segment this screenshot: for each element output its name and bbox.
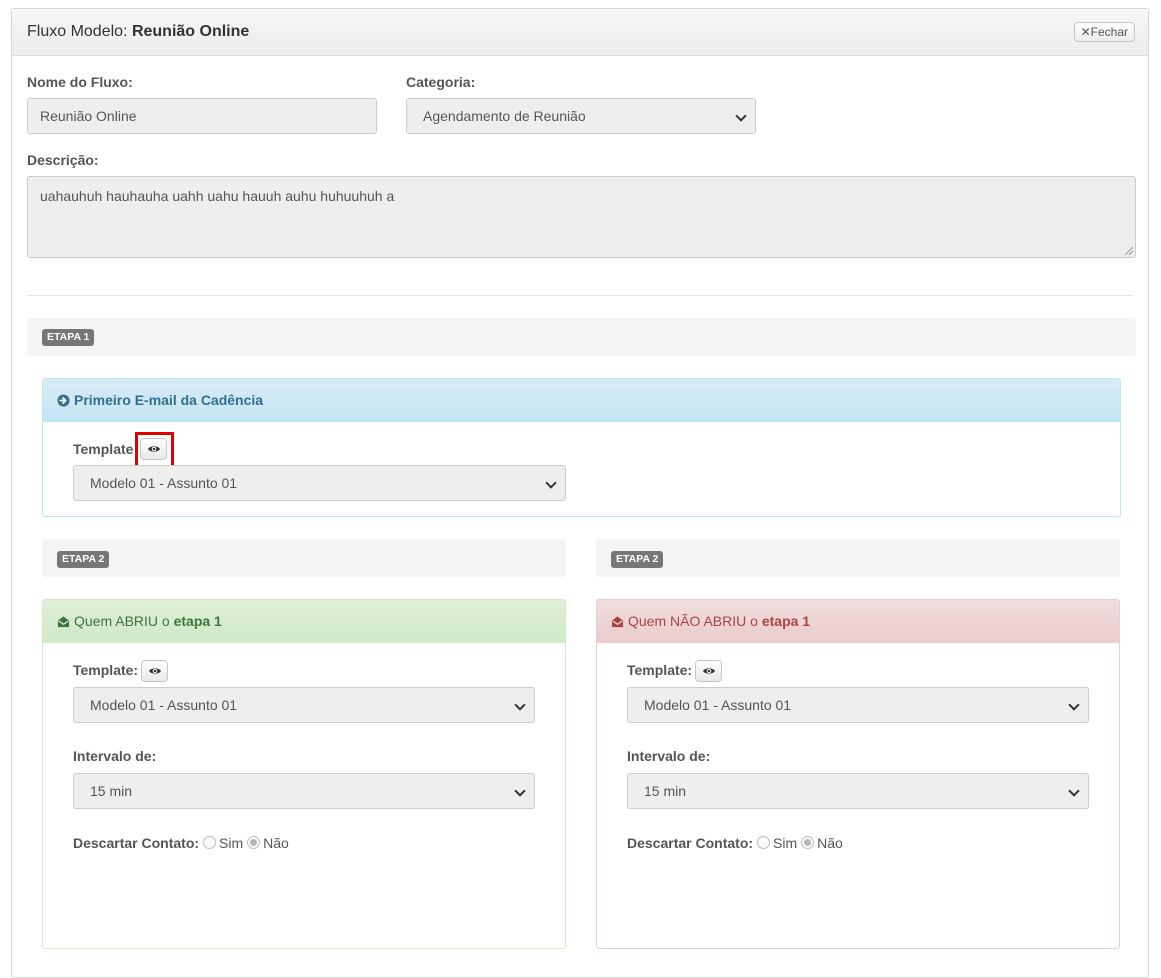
descricao-value: uahauhuh hauhauha uahh uahu hauuh auhu h…	[40, 188, 395, 204]
etapa1-badge: ETAPA 1	[42, 329, 95, 346]
etapa2-right-template-select[interactable]: Modelo 01 - Assunto 01	[627, 687, 1089, 723]
nome-fluxo-label: Nome do Fluxo:	[27, 74, 133, 90]
etapa2-right-descartar-label: Descartar Contato:	[627, 835, 754, 851]
etapa2-left-panel-header: Quem ABRIU o etapa 1	[43, 600, 565, 643]
etapa2-right-descartar-row: Descartar Contato: Sim Não	[627, 835, 843, 851]
envelope-open-icon	[57, 616, 70, 628]
modal-title-prefix: Fluxo Modelo:	[27, 23, 128, 40]
etapa2-left-header-well: ETAPA 2	[42, 539, 566, 577]
etapa1-panel-title: Primeiro E-mail da Cadência	[57, 392, 263, 408]
etapa2-right-badge: ETAPA 2	[611, 551, 664, 568]
etapa2-left-panel-title: Quem ABRIU o etapa 1	[57, 613, 222, 629]
etapa1-panel-header: Primeiro E-mail da Cadência	[43, 379, 1120, 422]
etapa2-left-sim-label: Sim	[219, 835, 244, 851]
etapa2-right-panel: Quem NÃO ABRIU o etapa 1 Template: Model…	[596, 599, 1120, 949]
etapa2-left-template-select[interactable]: Modelo 01 - Assunto 01	[73, 687, 535, 723]
etapa2-right-intervalo-value: 15 min	[644, 783, 687, 799]
preview-button-highlight	[135, 432, 174, 468]
etapa2-right-sim-radio[interactable]	[757, 836, 771, 849]
categoria-label: Categoria:	[406, 74, 476, 90]
etapa2-left-title-pre: Quem ABRIU o	[74, 613, 170, 629]
etapa2-left-preview-template-button[interactable]	[141, 660, 168, 682]
eye-icon	[149, 668, 161, 674]
etapa2-left-template-value: Modelo 01 - Assunto 01	[90, 697, 238, 713]
etapa2-left-nao-label: Não	[263, 835, 289, 851]
modal-title: Fluxo Modelo: Reunião Online	[27, 23, 249, 41]
etapa2-left-descartar-label: Descartar Contato:	[73, 835, 200, 851]
resize-grip-icon[interactable]	[1125, 247, 1133, 255]
modal-header: Fluxo Modelo: Reunião Online ✕Fechar	[12, 9, 1148, 56]
etapa1-panel-title-text: Primeiro E-mail da Cadência	[74, 392, 264, 408]
categoria-select[interactable]: Agendamento de Reunião	[406, 98, 756, 134]
etapa2-left-intervalo-select[interactable]: 15 min	[73, 773, 535, 809]
eye-icon	[703, 668, 715, 674]
descricao-label: Descrição:	[27, 152, 99, 168]
categoria-select-value: Agendamento de Reunião	[423, 108, 586, 124]
etapa2-right-intervalo-select[interactable]: 15 min	[627, 773, 1089, 809]
etapa2-right-intervalo-label: Intervalo de:	[627, 748, 711, 764]
etapa2-left-title-bold: etapa 1	[173, 613, 222, 629]
etapa2-right-template-label: Template:	[627, 662, 693, 678]
etapa2-right-nao-radio[interactable]	[801, 836, 815, 849]
close-icon: ✕	[1080, 25, 1091, 39]
etapa2-left-nao-radio[interactable]	[247, 836, 261, 849]
etapa2-left-sim-radio[interactable]	[203, 836, 217, 849]
fluxo-modal: Fluxo Modelo: Reunião Online ✕Fechar Nom…	[11, 8, 1149, 978]
etapa2-right-nao-label: Não	[817, 835, 843, 851]
etapa1-panel: Primeiro E-mail da Cadência Template Mod…	[42, 378, 1121, 517]
etapa2-right-sim-label: Sim	[773, 835, 798, 851]
etapa2-right-header-well: ETAPA 2	[596, 539, 1120, 577]
etapa2-left-descartar-row: Descartar Contato: Sim Não	[73, 835, 289, 851]
etapa1-header-well: ETAPA 1	[27, 318, 1136, 356]
modal-title-name: Reunião Online	[131, 23, 250, 40]
descricao-textarea[interactable]: uahauhuh hauhauha uahh uahu hauuh auhu h…	[27, 176, 1136, 258]
etapa2-right-title-bold: etapa 1	[761, 613, 811, 629]
etapa2-right-panel-title: Quem NÃO ABRIU o etapa 1	[611, 613, 810, 629]
arrow-circle-right-icon	[57, 394, 70, 407]
nome-fluxo-input[interactable]: Reunião Online	[27, 98, 377, 134]
etapa2-left-badge: ETAPA 2	[57, 551, 110, 568]
etapa2-left-intervalo-label: Intervalo de:	[73, 748, 157, 764]
envelope-open-icon	[611, 616, 624, 628]
etapa1-template-value: Modelo 01 - Assunto 01	[90, 475, 238, 491]
etapa1-template-select[interactable]: Modelo 01 - Assunto 01	[73, 465, 566, 501]
etapa2-left-template-label: Template:	[73, 662, 139, 678]
etapa2-right-preview-template-button[interactable]	[695, 660, 722, 682]
etapa2-left-panel: Quem ABRIU o etapa 1 Template: Modelo 01…	[42, 599, 566, 949]
close-button[interactable]: ✕Fechar	[1073, 22, 1135, 42]
etapa1-template-label: Template	[73, 441, 134, 457]
etapa2-right-title-pre: Quem NÃO ABRIU o	[628, 613, 758, 629]
section-divider	[27, 295, 1133, 296]
etapa2-right-template-value: Modelo 01 - Assunto 01	[644, 697, 792, 713]
etapa2-right-panel-header: Quem NÃO ABRIU o etapa 1	[597, 600, 1119, 643]
close-button-label: Fechar	[1090, 25, 1128, 39]
etapa2-left-intervalo-value: 15 min	[90, 783, 133, 799]
